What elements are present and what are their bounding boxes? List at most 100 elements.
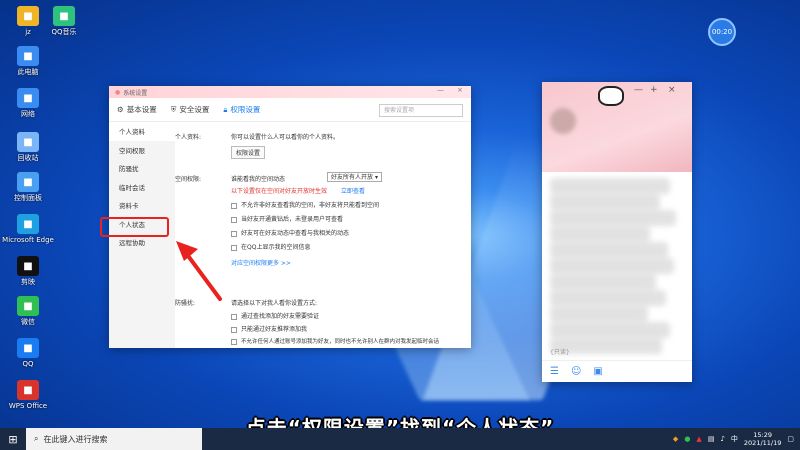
option-label: 在QQ上显示我的空间信息 (241, 244, 311, 251)
contacts-icon[interactable]: ☺ (571, 366, 581, 377)
add-button[interactable]: + (650, 85, 658, 95)
list-item[interactable] (550, 178, 670, 194)
space-option-2[interactable]: 当好友开通黄钻后，未登录用户可查看 (231, 214, 343, 223)
tray-app-icon[interactable]: ◆ (673, 435, 678, 443)
tray-app-icon[interactable]: ▲ (696, 435, 701, 443)
space-option-3[interactable]: 好友可在好友动态中查看与我相关的动态 (231, 228, 349, 237)
space-visibility-select[interactable]: 好友所有人开放 ▾ (327, 172, 382, 182)
list-item[interactable] (550, 194, 660, 210)
settings-titlebar[interactable]: ● 系统设置 — × (109, 86, 471, 98)
list-item[interactable] (550, 290, 666, 306)
chat-search-placeholder: {只读} (550, 349, 570, 356)
close-button[interactable]: × (668, 85, 676, 95)
checkbox[interactable] (231, 326, 237, 333)
desktop-icon-label: 网络 (21, 110, 35, 118)
taskbar-search-placeholder: 在此键入进行搜索 (43, 434, 108, 444)
desktop-icon-edge[interactable]: ■ Microsoft Edge (2, 214, 54, 244)
sidebar-item-space-permission[interactable]: 空间权限 (109, 141, 175, 160)
qq-logo-icon: ● (115, 88, 121, 96)
sidebar-item-temp-session[interactable]: 临时会话 (109, 178, 175, 197)
tab-permission-settings[interactable]: 🔒︎ 权限设置 (223, 104, 260, 115)
clock-time: 15:29 (753, 431, 772, 439)
tab-security-settings[interactable]: ⛨ 安全设置 (171, 104, 210, 115)
space-visibility-value: 好友所有人开放 (331, 174, 374, 181)
clock-date: 2021/11/19 (743, 439, 782, 447)
highlight-box (100, 217, 169, 237)
qq-main-panel: — + × {只读} ☰ ☺ ▣ (542, 82, 692, 382)
checkbox[interactable] (231, 338, 237, 345)
menu-icon[interactable]: ☰ (550, 366, 559, 377)
view-now-link[interactable]: 立即查看 (341, 186, 365, 195)
taskbar-search-input[interactable]: ⌕ 在此键入进行搜索 (26, 428, 202, 450)
desktop-icon-qq-music[interactable]: ■ QQ音乐 (40, 6, 88, 36)
harass-option-2[interactable]: 只能通过好友推荐添加我 (231, 324, 307, 333)
space-allow-label: 谁能看我的空间动态 (231, 176, 286, 183)
minimize-button[interactable]: — (634, 85, 643, 95)
option-label: 只能通过好友推荐添加我 (241, 326, 308, 333)
sidebar-item-anti-harass[interactable]: 防骚扰 (109, 159, 175, 178)
taskbar-clock[interactable]: 15:29 2021/11/19 (744, 431, 781, 447)
harass-option-3[interactable]: 不允许任何人通过账号添加我为好友，同时也不允许别人在群内对我发起临时会话 (231, 337, 439, 345)
lock-icon: 🔒︎ (223, 104, 228, 114)
desktop: ■ jz ■ QQ音乐 ■ 此电脑 ■ 网络 ■ 回收站 ■ 控制面板 ■ Microsoft Edge ■… (0, 0, 800, 428)
checkbox[interactable] (231, 230, 237, 237)
desktop-icon-label: 控制面板 (14, 194, 42, 202)
checkbox[interactable] (231, 216, 237, 223)
desktop-icon-control-panel[interactable]: ■ 控制面板 (4, 172, 52, 202)
settings-title: 系统设置 (123, 89, 148, 97)
avatar[interactable] (550, 108, 576, 134)
sidebar-item-profile-card[interactable]: 资料卡 (109, 196, 175, 215)
minimize-button[interactable]: — (437, 86, 444, 94)
harass-option-1[interactable]: 通过查找添加的好友需要验证 (231, 311, 319, 320)
list-item[interactable] (550, 210, 676, 226)
apps-icon[interactable]: ▣ (593, 366, 602, 377)
tab-basic-settings[interactable]: ⚙ 基本设置 (117, 104, 157, 115)
option-label: 不允许非好友查看我的空间，非好友将只能看到空间 (241, 202, 380, 209)
desktop-icon-recycle-bin[interactable]: ■ 回收站 (4, 132, 52, 162)
ime-indicator[interactable]: 中 (731, 434, 738, 444)
notification-icon[interactable]: ▢ (787, 435, 794, 443)
checkbox[interactable] (231, 244, 237, 251)
permission-setting-button[interactable]: 权限设置 (231, 146, 266, 159)
chat-panel-footer: ☰ ☺ ▣ (542, 360, 692, 382)
desktop-icon-label: 剪映 (21, 278, 35, 286)
chat-panel-header: — + × (542, 82, 692, 172)
desktop-icon-label: QQ (22, 360, 34, 368)
list-item[interactable] (550, 242, 668, 258)
list-item[interactable] (550, 258, 674, 274)
folder-icon: ■ (17, 6, 39, 26)
desktop-icon-capcut[interactable]: ■ 剪映 (4, 256, 52, 286)
desktop-icon-network[interactable]: ■ 网络 (4, 88, 52, 118)
option-label: 当好友开通黄钻后，未登录用户可查看 (241, 216, 344, 223)
network-icon[interactable]: ▤ (708, 435, 715, 443)
tray-app-icon[interactable]: ● (684, 435, 690, 443)
sidebar-item-personal-info[interactable]: 个人资料 (109, 122, 175, 141)
checkbox[interactable] (231, 202, 237, 209)
desktop-icon-label: 回收站 (17, 154, 39, 162)
checkbox[interactable] (231, 313, 237, 320)
desktop-icon-wechat[interactable]: ■ 微信 (4, 296, 52, 326)
qq-music-icon: ■ (53, 6, 75, 26)
option-label: 不允许任何人通过账号添加我为好友，同时也不允许别人在群内对我发起临时会话 (241, 339, 440, 345)
space-more-link[interactable]: 对应空间权限更多 >> (231, 258, 291, 267)
desktop-icon-computer[interactable]: ■ 此电脑 (4, 46, 52, 76)
list-item[interactable] (550, 306, 648, 322)
control-panel-icon: ■ (17, 172, 39, 192)
space-option-4[interactable]: 在QQ上显示我的空间信息 (231, 242, 310, 251)
list-item[interactable] (550, 274, 656, 290)
edge-icon: ■ (17, 214, 39, 234)
recording-timer-badge[interactable]: 00:20 (708, 18, 736, 46)
start-button[interactable]: ⊞ (0, 428, 26, 450)
option-label: 好友可在好友动态中查看与我相关的动态 (241, 230, 350, 237)
volume-icon[interactable]: ♪ (720, 435, 724, 443)
list-item[interactable] (550, 226, 650, 242)
close-button[interactable]: × (457, 86, 463, 94)
panda-decoration-icon (598, 86, 624, 106)
chat-search-input[interactable]: {只读} (550, 347, 570, 356)
desktop-icon-qq[interactable]: ■ QQ (4, 338, 52, 368)
settings-search-input[interactable]: 搜索设置项 (379, 104, 463, 117)
space-option-1[interactable]: 不允许非好友查看我的空间，非好友将只能看到空间 (231, 200, 379, 209)
list-item[interactable] (550, 322, 670, 338)
computer-icon: ■ (17, 46, 39, 66)
desktop-icon-wps[interactable]: ■ WPS Office (4, 380, 52, 410)
